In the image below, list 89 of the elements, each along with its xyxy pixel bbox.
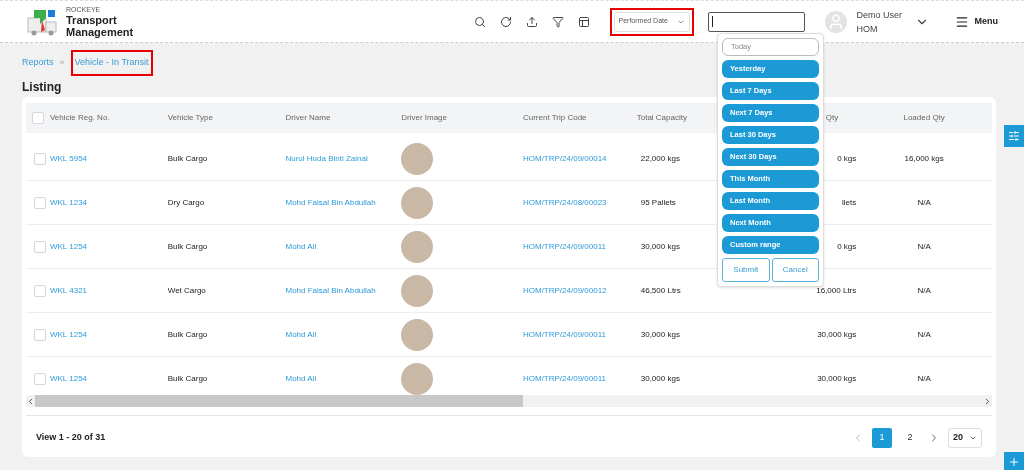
table-cell: N/A — [917, 373, 931, 383]
breadcrumb-link[interactable]: Reports — [22, 56, 54, 70]
avatar-icon — [824, 10, 847, 33]
driver-name-link[interactable]: Mohd Ali — [285, 241, 317, 251]
trip-code-link[interactable]: HOM/TRP/24/09/00011 — [522, 373, 606, 383]
driver-photo-placeholder — [401, 186, 434, 219]
table-cell: 30,000 kgs — [640, 241, 680, 251]
breadcrumb-separator: » — [59, 56, 65, 69]
menu-button[interactable]: Menu — [954, 14, 998, 29]
table-cell: 30,000 kgs — [817, 373, 857, 383]
table-cell: 0 kgs — [837, 241, 857, 251]
column-header: Qty — [825, 113, 839, 122]
table-cell: Bulk Cargo — [167, 329, 208, 339]
view-summary: View 1 - 20 of 31 — [36, 430, 106, 444]
brand-name: Transport — [66, 14, 118, 26]
vehicle-reg-link[interactable]: WKL 1254 — [49, 329, 88, 339]
trip-code-link[interactable]: HOM/TRP/24/09/00011 — [522, 241, 606, 251]
checkbox[interactable] — [32, 112, 44, 124]
driver-photo-placeholder — [401, 142, 434, 175]
horizontal-scrollbar[interactable] — [26, 395, 992, 407]
truck-logo-icon — [26, 7, 60, 36]
table-cell: 0 kgs — [837, 153, 857, 163]
table-cell: 30,000 kgs — [817, 329, 857, 339]
table-cell: 16,000 kgs — [904, 153, 944, 163]
column-header: Loaded Qty — [903, 113, 945, 122]
vehicle-reg-link[interactable]: WKL 1254 — [49, 373, 88, 383]
trip-code-link[interactable]: HOM/TRP/24/08/00023 — [522, 197, 607, 207]
dropdown-action-button[interactable]: Submit — [722, 258, 770, 282]
date-input-field[interactable] — [707, 11, 805, 32]
checkbox[interactable] — [34, 240, 46, 253]
table-cell: 22,000 kgs — [640, 153, 680, 163]
column-header: Driver Image — [401, 113, 447, 122]
sliders-icon — [1008, 130, 1020, 142]
brand-name: Management — [66, 26, 134, 38]
table-cell: N/A — [917, 329, 931, 339]
checkbox[interactable] — [34, 196, 46, 209]
menu-icon — [954, 14, 969, 29]
checkbox[interactable] — [34, 152, 46, 165]
table-cell: Wet Cargo — [167, 285, 206, 295]
table-cell: Dry Cargo — [167, 197, 205, 207]
plus-icon — [1008, 456, 1020, 468]
column-header: Total Capacity — [636, 113, 687, 122]
checkbox[interactable] — [34, 372, 46, 385]
filter-settings-button[interactable] — [1004, 125, 1024, 147]
breadcrumb-link[interactable]: Vehicle - In Transit — [70, 50, 153, 76]
driver-photo-placeholder — [401, 230, 434, 263]
table-cell: 30,000 kgs — [640, 373, 680, 383]
table-cell: Bulk Cargo — [167, 373, 208, 383]
driver-name-link[interactable]: Nurul Huda Binti Zainal — [285, 153, 368, 163]
dropdown-action-button[interactable]: Cancel — [771, 258, 819, 282]
page-button[interactable]: 2 — [900, 427, 920, 448]
trip-code-link[interactable]: HOM/TRP/24/09/00014 — [522, 153, 607, 163]
table-cell: 16,000 Ltrs — [816, 285, 857, 295]
table-cell: 95 Pallets — [640, 197, 676, 207]
scroll-right-icon — [983, 396, 992, 406]
driver-photo-placeholder — [401, 318, 434, 351]
page-button[interactable]: 1 — [872, 427, 892, 448]
driver-name-link[interactable]: Mohd Ali — [285, 329, 317, 339]
page-size-select[interactable]: 20 — [948, 427, 982, 448]
trip-code-link[interactable]: HOM/TRP/24/09/00011 — [522, 329, 606, 339]
table-cell: 46,500 Ltrs — [640, 285, 681, 295]
column-header: Driver Name — [285, 113, 331, 122]
vehicle-reg-link[interactable]: WKL 1234 — [49, 197, 88, 207]
user-name: Demo User — [856, 8, 903, 22]
user-org: HOM — [856, 22, 879, 36]
table-cell: llets — [842, 197, 857, 207]
page-title: Listing — [22, 78, 62, 96]
driver-name-link[interactable]: Mohd Faisal Bin Abdullah — [285, 197, 376, 207]
driver-photo-placeholder — [401, 274, 434, 307]
driver-name-link[interactable]: Mohd Faisal Bin Abdullah — [285, 285, 376, 295]
column-header: Vehicle Reg. No. — [49, 113, 110, 122]
scroll-left-icon — [26, 396, 35, 406]
table-cell: N/A — [917, 285, 931, 295]
vehicle-reg-link[interactable]: WKL 5954 — [49, 153, 88, 163]
table-cell: Bulk Cargo — [167, 241, 208, 251]
column-header: Vehicle Type — [167, 113, 213, 122]
driver-name-link[interactable]: Mohd Ali — [285, 373, 317, 383]
column-header: Current Trip Code — [522, 113, 587, 122]
table-cell: N/A — [917, 241, 931, 251]
checkbox[interactable] — [34, 328, 46, 341]
checkbox[interactable] — [34, 284, 46, 297]
vehicle-reg-link[interactable]: WKL 4321 — [49, 285, 88, 295]
table-cell: 30,000 kgs — [640, 329, 680, 339]
vehicle-reg-link[interactable]: WKL 1254 — [49, 241, 88, 251]
driver-photo-placeholder — [401, 362, 434, 395]
table-cell: N/A — [917, 197, 931, 207]
table-cell: Bulk Cargo — [167, 153, 208, 163]
add-button[interactable] — [1004, 452, 1024, 470]
trip-code-link[interactable]: HOM/TRP/24/09/00012 — [522, 285, 607, 295]
